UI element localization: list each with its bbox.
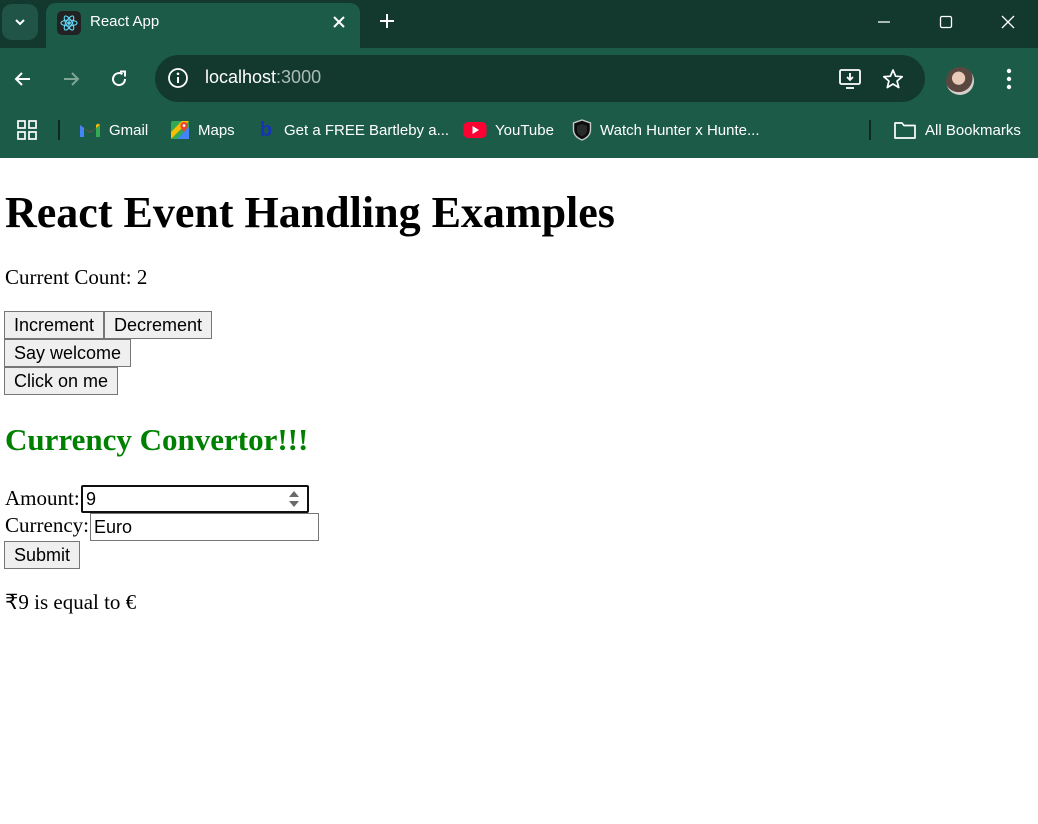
bookmark-label: Maps [198, 121, 235, 139]
say-welcome-button[interactable]: Say welcome [4, 339, 132, 367]
browser-menu-button[interactable] [996, 66, 1022, 92]
bookmarks-separator [58, 120, 60, 140]
reload-icon [112, 70, 127, 87]
bookmark-youtube[interactable]: YouTube [463, 116, 554, 144]
browser-toolbar: localhost:3000 [0, 48, 1038, 110]
maximize-button[interactable] [929, 6, 963, 38]
browser-chrome: React App localhost:3000 Gmail Maps b Ge… [0, 0, 1038, 158]
tab-title: React App [90, 13, 160, 30]
reload-button[interactable] [106, 66, 132, 92]
tab-search-button[interactable] [2, 4, 38, 40]
amount-value: 9 [86, 488, 97, 509]
submit-button[interactable]: Submit [4, 541, 81, 569]
apps-button[interactable] [16, 116, 38, 144]
all-bookmarks-label: All Bookmarks [925, 121, 1021, 139]
url-text: localhost:3000 [205, 67, 321, 88]
bookmark-star-icon[interactable] [880, 66, 906, 92]
plus-icon [380, 14, 394, 28]
maps-icon [171, 121, 189, 139]
more-vert-icon [1006, 68, 1012, 90]
bartleby-icon: b [259, 118, 273, 141]
amount-input[interactable]: 9 [81, 485, 309, 513]
decrement-button[interactable]: Decrement [104, 311, 213, 339]
gmail-icon [80, 123, 100, 137]
profile-avatar[interactable] [946, 67, 974, 95]
increment-button[interactable]: Increment [4, 311, 105, 339]
tab-strip: React App [0, 0, 1038, 48]
bookmark-label: YouTube [495, 121, 554, 139]
all-bookmarks-button[interactable]: All Bookmarks [893, 116, 1021, 144]
click-on-me-button[interactable]: Click on me [4, 367, 119, 395]
currency-input[interactable]: Euro [90, 513, 319, 541]
address-bar[interactable]: localhost:3000 [155, 55, 925, 102]
close-window-button[interactable] [991, 6, 1025, 38]
bookmarks-bar: Gmail Maps b Get a FREE Bartleby a... Yo… [0, 110, 1038, 150]
amount-label: Amount: [5, 486, 80, 510]
arrow-left-icon [14, 72, 30, 86]
bookmark-bartleby[interactable]: b Get a FREE Bartleby a... [256, 116, 449, 144]
bookmark-label: Watch Hunter x Hunte... [600, 121, 760, 139]
currency-converter-heading: Currency Convertor!!! [5, 422, 309, 457]
back-button[interactable] [10, 66, 36, 92]
youtube-icon [463, 122, 487, 138]
maximize-icon [939, 15, 953, 29]
active-tab[interactable]: React App [46, 3, 360, 48]
close-icon [333, 16, 345, 28]
apps-grid-icon [17, 120, 37, 140]
chevron-down-icon [15, 19, 25, 26]
bookmarks-separator [869, 120, 871, 140]
tab-close-button[interactable] [328, 11, 350, 33]
forward-button[interactable] [58, 66, 84, 92]
bookmark-maps[interactable]: Maps [170, 116, 235, 144]
close-icon [1001, 15, 1015, 29]
page-content: React Event Handling Examples Current Co… [0, 158, 1038, 824]
bookmark-hunter-x-hunter[interactable]: Watch Hunter x Hunte... [572, 116, 760, 144]
minimize-icon [878, 21, 890, 23]
react-logo-icon [57, 11, 81, 35]
folder-icon [894, 122, 916, 139]
bookmark-label: Gmail [109, 121, 149, 139]
arrow-right-icon [64, 72, 80, 86]
current-count-text: Current Count: 2 [5, 265, 148, 289]
number-spinner-icon[interactable] [288, 489, 300, 509]
bookmark-gmail[interactable]: Gmail [79, 116, 148, 144]
currency-label: Currency: [5, 513, 89, 537]
install-app-icon[interactable] [837, 66, 863, 92]
site-info-icon[interactable] [165, 65, 191, 91]
url-port: :3000 [276, 67, 322, 87]
bookmark-label: Get a FREE Bartleby a... [284, 121, 450, 139]
new-tab-button[interactable] [374, 8, 400, 34]
shield-icon [572, 119, 592, 141]
minimize-button[interactable] [867, 6, 901, 38]
currency-value: Euro [94, 516, 133, 537]
conversion-result-text: ₹9 is equal to € [5, 590, 137, 614]
page-title: React Event Handling Examples [5, 188, 615, 237]
url-host: localhost [205, 67, 277, 87]
